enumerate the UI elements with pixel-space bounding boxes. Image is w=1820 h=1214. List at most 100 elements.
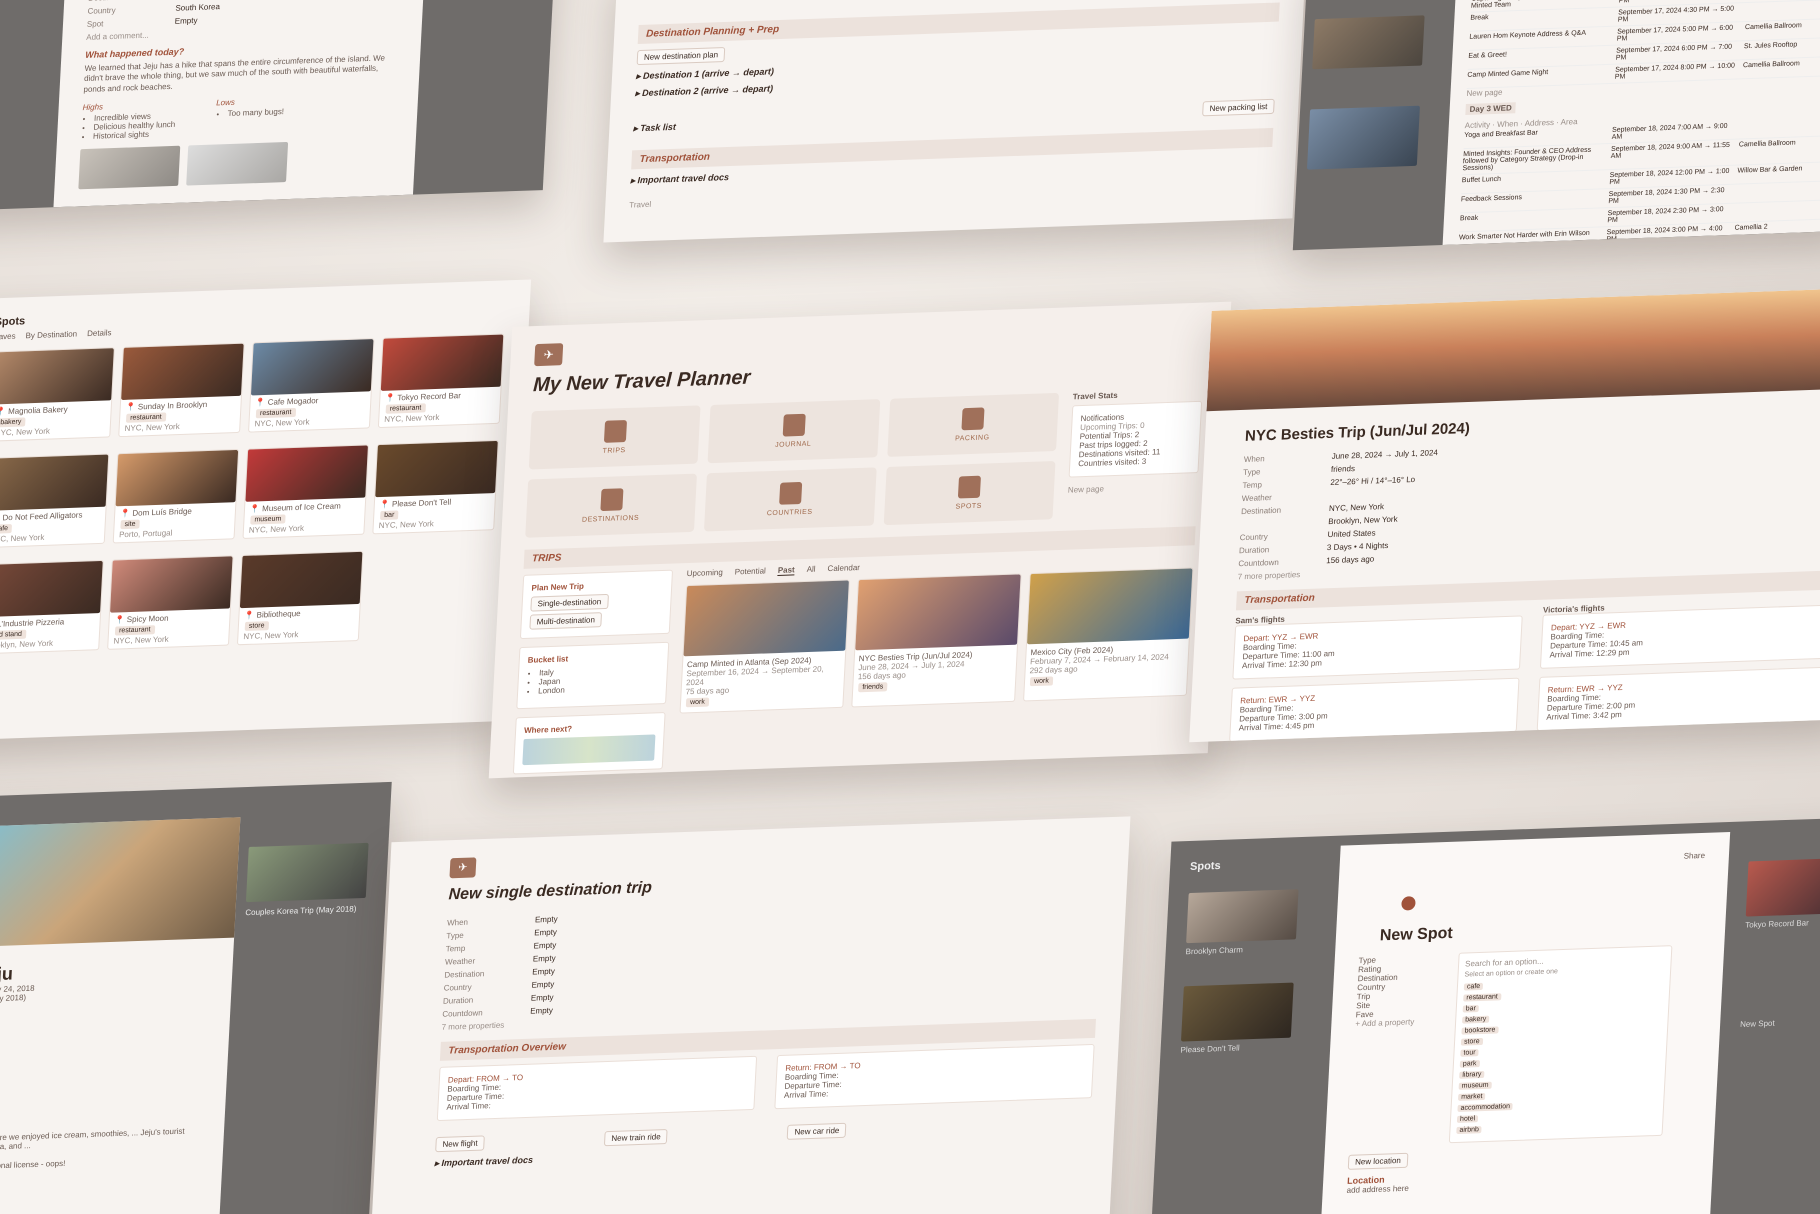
bg-new-spot[interactable]: New Spot	[1740, 1016, 1820, 1029]
spot-tag: restaurant	[255, 407, 296, 419]
spot-photo	[121, 343, 244, 401]
spot-card[interactable]: 📍 Tokyo Record Bar restaurant NYC, New Yor…	[377, 333, 505, 429]
trip-card[interactable]: Camp Minted in Atlanta (Sep 2024) Septemb…	[679, 579, 850, 714]
property-key: Destination	[444, 969, 485, 980]
property-value: Empty	[534, 927, 558, 938]
new-car-button[interactable]: New car ride	[787, 1122, 847, 1140]
pin-icon	[1401, 896, 1416, 911]
property-value: 22°–26° Hi / 14°–16° Lo	[1330, 474, 1416, 487]
trip-tab-past[interactable]: Past	[777, 565, 795, 576]
agenda-activity: Feedback Sessions	[1460, 194, 1523, 204]
property-key: Country	[87, 5, 116, 16]
single-destination-button[interactable]: Single-destination	[530, 593, 609, 612]
spots-tab[interactable]: Faves	[0, 332, 16, 342]
new-packing-list-button[interactable]: New packing list	[1202, 98, 1275, 117]
agenda-activity: Yoga and Breakfast Bar	[1464, 129, 1539, 140]
countries-icon	[779, 481, 803, 505]
spot-photo	[250, 339, 374, 396]
property-key: Type	[446, 930, 464, 941]
property-key: Countdown	[1238, 557, 1280, 569]
trips-tile-label: TRIPS	[602, 447, 626, 455]
bg-spots-title: Spots	[1189, 859, 1221, 873]
spot-tag: bar	[380, 510, 399, 521]
spot-name: 📍 Dom Luís Bridge	[119, 506, 193, 519]
planner-tiles: TRIPS JOURNAL PACKING DESTINATIONS COUNTRIES…	[525, 392, 1060, 538]
property-key: Temp	[1242, 480, 1263, 491]
showcase-stage: DateMay 26, 2018TripCouples Korea Trip (…	[0, 0, 1820, 1214]
multi-destination-button[interactable]: Multi-destination	[529, 612, 603, 630]
spot-card[interactable]: 📍 Spicy Moon restaurant NYC, New York	[107, 555, 234, 650]
side-photo-caption: Couples Korea Trip (May 2018)	[245, 904, 357, 918]
spot-card[interactable]: 📍 Cafe Mogador restaurant NYC, New York	[248, 338, 375, 433]
new-location-button[interactable]: New location	[1347, 1152, 1409, 1170]
property-value: Empty	[529, 1005, 554, 1016]
spot-card[interactable]: 📍 Museum of Ice Cream museum NYC, New York	[242, 444, 370, 539]
side-photo-1	[245, 842, 369, 903]
type-dropdown[interactable]: Search for an option... Select an option…	[1448, 945, 1673, 1144]
spots-tab[interactable]: Details	[87, 328, 112, 338]
new-flight-button[interactable]: New flight	[435, 1135, 485, 1153]
spot-card[interactable]: 📍 Bibliotheque store NYC, New York	[236, 550, 364, 646]
task-list-toggle[interactable]: ▸ Task list	[633, 122, 676, 135]
agenda-activity: Break	[1470, 14, 1489, 22]
new-page-link[interactable]: New page	[1068, 481, 1198, 494]
spot-name: 📍 Tokyo Record Bar	[385, 391, 462, 403]
spot-card[interactable]: 📍 Sunday In Brooklyn restaurant NYC, New Y…	[118, 342, 245, 438]
spot-card[interactable]: 📍 Do Not Feed AlligatorscafeNYC, New Yor…	[0, 453, 110, 549]
add-property[interactable]: + Add a property	[1355, 1016, 1445, 1028]
trip-card[interactable]: NYC Besties Trip (Jun/Jul 2024) June 28, …	[851, 573, 1022, 708]
dropdown-options: cafe restaurant bar bakery bookstore store tou…	[1456, 975, 1664, 1137]
spot-photo	[380, 334, 504, 391]
trip-card[interactable]: Mexico City (Feb 2024) February 7, 2024 →…	[1023, 567, 1194, 702]
world-map[interactable]	[522, 734, 656, 766]
share-button[interactable]: Share	[1363, 851, 1705, 872]
agenda-address	[1745, 5, 1746, 19]
property-value: Empty	[174, 15, 198, 26]
property-value: 156 days ago	[1326, 554, 1375, 566]
spot-tag: restaurant	[125, 412, 166, 423]
agenda-address	[1735, 206, 1736, 220]
planner-tile-packing[interactable]: PACKING	[886, 392, 1060, 457]
new-train-button[interactable]: New train ride	[604, 1128, 669, 1147]
plane-icon: ✈	[534, 343, 564, 367]
trip-tab-all[interactable]: All	[806, 565, 815, 575]
spot-card[interactable]: 📍 Dom Luís Bridge site Porto, Portugal	[112, 448, 240, 544]
agenda-time: September 17, 2024 6:00 PM → 7:00 PM	[1615, 43, 1733, 62]
plane-icon-2: ✈	[449, 857, 477, 879]
nyc-properties: When June 28, 2024 → July 1, 2024 Type frie…	[1238, 434, 1820, 568]
property-key: Country	[443, 982, 472, 993]
bg-spot-3: Tokyo Record Bar	[1745, 918, 1810, 930]
trip-photo	[683, 580, 849, 657]
property-key: Duration	[1238, 545, 1270, 556]
property-value: 3 Days • 4 Nights	[1326, 540, 1389, 553]
agenda-photo-2	[1306, 105, 1420, 170]
planner-tile-countries[interactable]: COUNTRIES	[704, 467, 877, 532]
planner-tile-trips[interactable]: TRIPS	[528, 405, 701, 470]
planner-tile-destinations[interactable]: DESTINATIONS	[525, 473, 698, 538]
lows-list: Too many bugs!	[215, 107, 284, 118]
planner-tile-journal[interactable]: JOURNAL	[707, 399, 880, 464]
trip-photo	[855, 574, 1021, 651]
agenda-address	[1739, 122, 1740, 136]
spot-name: 📍 Magnolia Bakery	[0, 404, 68, 417]
property-key: Weather	[444, 956, 476, 967]
property-value: Brooklyn, New York	[1328, 514, 1398, 527]
agenda-address: St. Jules Rooftop	[1743, 41, 1798, 51]
trip-tab-calendar[interactable]: Calendar	[827, 563, 860, 574]
planner-tile-spots[interactable]: SPOTS	[883, 461, 1056, 526]
spot-card[interactable]: 📍 Magnolia Bakery bakery NYC, New York	[0, 347, 115, 442]
nyc-trip-panel: NYC Besties Trip (Jun/Jul 2024) When June…	[1189, 287, 1820, 743]
spot-card[interactable]: 📍 L'Industrie Pizzeriafood standBrooklyn…	[0, 559, 104, 655]
single-trip-properties: When Empty Type Empty Temp Empty Weather Empty D…	[442, 895, 1102, 1019]
trip-tab-upcoming[interactable]: Upcoming	[687, 568, 723, 579]
spot-card[interactable]: 📍 Please Don't Tell bar NYC, New York	[372, 439, 499, 535]
property-value: Empty	[533, 940, 557, 951]
spot-tag: restaurant	[114, 625, 155, 636]
new-spot-backdrop: Spots Brooklyn Charm Please Don't Tell T…	[1149, 817, 1820, 1214]
lows-label: Lows	[215, 97, 236, 108]
spots-tab[interactable]: By Destination	[25, 329, 77, 340]
trip-tab-potential[interactable]: Potential	[734, 566, 767, 577]
agenda-time: September 17, 2024 4:30 PM → 5:00 PM	[1617, 5, 1735, 24]
new-destination-plan-button[interactable]: New destination plan	[636, 46, 726, 66]
agenda-address: Camellia Ballroom	[1742, 60, 1800, 70]
